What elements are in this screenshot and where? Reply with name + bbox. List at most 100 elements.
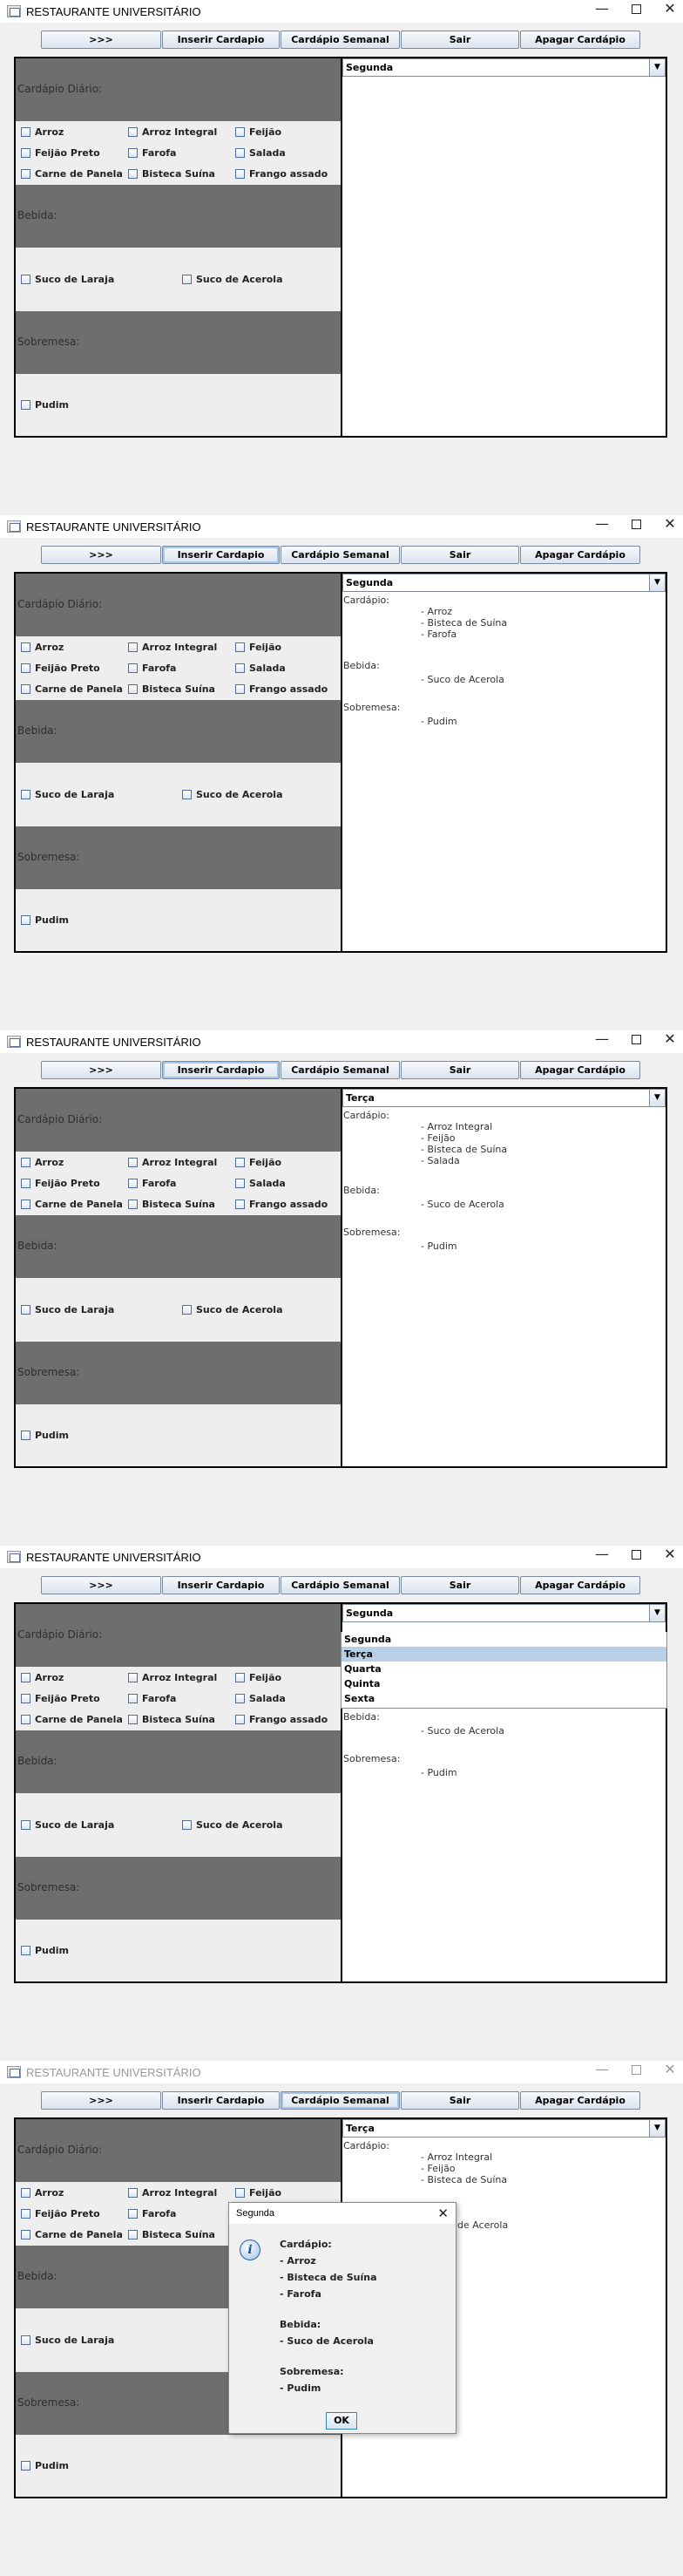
checkbox-bisteca-suina[interactable]: Bisteca Suína [128,1199,215,1210]
insert-menu-button[interactable]: Inserir Cardapio [162,1576,280,1594]
checkbox-carne-de-panela[interactable]: Carne de Panela [21,683,123,695]
weekly-menu-button[interactable]: Cardápio Semanal [281,1576,400,1594]
chevron-down-icon[interactable]: ▼ [649,1605,665,1621]
checkbox-frango-assado[interactable]: Frango assado [235,683,328,695]
close-icon[interactable]: ✕ [653,1030,683,1053]
delete-menu-button[interactable]: Apagar Cardápio [520,1576,640,1594]
minimize-icon[interactable]: — [585,1546,619,1568]
exit-button[interactable]: Sair [401,2091,519,2110]
minimize-icon[interactable]: — [585,0,619,23]
checkbox-arroz[interactable]: Arroz [21,1157,64,1168]
maximize-icon[interactable] [619,0,653,23]
chevron-down-icon[interactable]: ▼ [649,1090,665,1106]
checkbox-feijao-preto[interactable]: Feijão Preto [21,2208,100,2219]
checkbox-pudim[interactable]: Pudim [21,399,69,411]
checkbox-pudim[interactable]: Pudim [21,1430,69,1441]
title-bar[interactable]: RESTAURANTE UNIVERSITÁRIO — ✕ [0,2061,683,2083]
checkbox-arroz-integral[interactable]: Arroz Integral [128,1672,217,1683]
checkbox-feijao[interactable]: Feijão [235,1672,281,1683]
checkbox-salada[interactable]: Salada [235,1693,286,1704]
checkbox-frango-assado[interactable]: Frango assado [235,1714,328,1725]
close-icon[interactable]: ✕ [653,0,683,23]
title-bar[interactable]: RESTAURANTE UNIVERSITÁRIO — ✕ [0,0,683,23]
checkbox-carne-de-panela[interactable]: Carne de Panela [21,1199,123,1210]
checkbox-salada[interactable]: Salada [235,663,286,674]
checkbox-arroz[interactable]: Arroz [21,1672,64,1683]
insert-menu-button[interactable]: Inserir Cardapio [162,2091,280,2110]
checkbox-suco-acerola[interactable]: Suco de Acerola [182,274,283,285]
weekly-menu-button[interactable]: Cardápio Semanal [281,31,400,49]
day-option-quinta[interactable]: Quinta [342,1676,666,1691]
next-button[interactable]: >>> [41,31,161,49]
checkbox-suco-laraja[interactable]: Suco de Laraja [21,1304,114,1315]
day-option-quarta[interactable]: Quarta [342,1662,666,1676]
title-bar[interactable]: RESTAURANTE UNIVERSITÁRIO — ✕ [0,515,683,538]
checkbox-suco-laraja[interactable]: Suco de Laraja [21,789,114,800]
title-bar[interactable]: RESTAURANTE UNIVERSITÁRIO — ✕ [0,1030,683,1053]
checkbox-carne-de-panela[interactable]: Carne de Panela [21,168,123,180]
day-option-terca[interactable]: Terça [342,1647,666,1662]
checkbox-arroz-integral[interactable]: Arroz Integral [128,2187,217,2199]
checkbox-feijao-preto[interactable]: Feijão Preto [21,1178,100,1189]
maximize-icon[interactable] [619,2061,653,2083]
checkbox-feijao-preto[interactable]: Feijão Preto [21,1693,100,1704]
checkbox-suco-laraja[interactable]: Suco de Laraja [21,2335,114,2346]
insert-menu-button[interactable]: Inserir Cardapio [162,546,280,564]
checkbox-farofa[interactable]: Farofa [128,1178,176,1189]
chevron-down-icon[interactable]: ▼ [649,574,665,591]
day-combobox[interactable]: Terça ▼ [342,1089,666,1107]
weekly-menu-button[interactable]: Cardápio Semanal [281,546,400,564]
weekly-menu-button[interactable]: Cardápio Semanal [281,2091,400,2110]
close-icon[interactable]: ✕ [653,515,683,538]
checkbox-bisteca-suina[interactable]: Bisteca Suína [128,683,215,695]
checkbox-bisteca-suina[interactable]: Bisteca Suína [128,1714,215,1725]
delete-menu-button[interactable]: Apagar Cardápio [520,31,640,49]
checkbox-pudim[interactable]: Pudim [21,1945,69,1956]
checkbox-feijao[interactable]: Feijão [235,2187,281,2199]
next-button[interactable]: >>> [41,1576,161,1594]
minimize-icon[interactable]: — [585,515,619,538]
close-icon[interactable]: ✕ [653,2061,683,2083]
checkbox-carne-de-panela[interactable]: Carne de Panela [21,2229,123,2240]
exit-button[interactable]: Sair [401,1061,519,1079]
exit-button[interactable]: Sair [401,31,519,49]
day-combobox[interactable]: Segunda ▼ [342,1604,666,1622]
delete-menu-button[interactable]: Apagar Cardápio [520,1061,640,1079]
checkbox-farofa[interactable]: Farofa [128,147,176,159]
chevron-down-icon[interactable]: ▼ [649,59,665,76]
checkbox-salada[interactable]: Salada [235,147,286,159]
checkbox-bisteca-suina[interactable]: Bisteca Suína [128,168,215,180]
checkbox-pudim[interactable]: Pudim [21,914,69,926]
minimize-icon[interactable]: — [585,1030,619,1053]
checkbox-frango-assado[interactable]: Frango assado [235,1199,328,1210]
checkbox-frango-assado[interactable]: Frango assado [235,168,328,180]
checkbox-feijao-preto[interactable]: Feijão Preto [21,147,100,159]
maximize-icon[interactable] [619,1546,653,1568]
checkbox-suco-laraja[interactable]: Suco de Laraja [21,1819,114,1831]
next-button[interactable]: >>> [41,546,161,564]
day-combobox[interactable]: Segunda ▼ [342,574,666,592]
weekly-menu-button[interactable]: Cardápio Semanal [281,1061,400,1079]
checkbox-arroz-integral[interactable]: Arroz Integral [128,126,217,138]
checkbox-suco-laraja[interactable]: Suco de Laraja [21,274,114,285]
checkbox-carne-de-panela[interactable]: Carne de Panela [21,1714,123,1725]
checkbox-feijao[interactable]: Feijão [235,1157,281,1168]
minimize-icon[interactable]: — [585,2061,619,2083]
checkbox-arroz[interactable]: Arroz [21,642,64,653]
exit-button[interactable]: Sair [401,546,519,564]
day-combobox[interactable]: Terça ▼ [342,2119,666,2138]
checkbox-feijao[interactable]: Feijão [235,642,281,653]
insert-menu-button[interactable]: Inserir Cardapio [162,31,280,49]
dialog-close-icon[interactable]: ✕ [437,2206,449,2221]
insert-menu-button[interactable]: Inserir Cardapio [162,1061,280,1079]
checkbox-salada[interactable]: Salada [235,1178,286,1189]
day-combobox[interactable]: Segunda ▼ [342,58,666,77]
checkbox-farofa[interactable]: Farofa [128,663,176,674]
checkbox-suco-acerola[interactable]: Suco de Acerola [182,1819,283,1831]
next-button[interactable]: >>> [41,2091,161,2110]
checkbox-arroz-integral[interactable]: Arroz Integral [128,642,217,653]
checkbox-farofa[interactable]: Farofa [128,1693,176,1704]
checkbox-suco-acerola[interactable]: Suco de Acerola [182,1304,283,1315]
next-button[interactable]: >>> [41,1061,161,1079]
maximize-icon[interactable] [619,515,653,538]
